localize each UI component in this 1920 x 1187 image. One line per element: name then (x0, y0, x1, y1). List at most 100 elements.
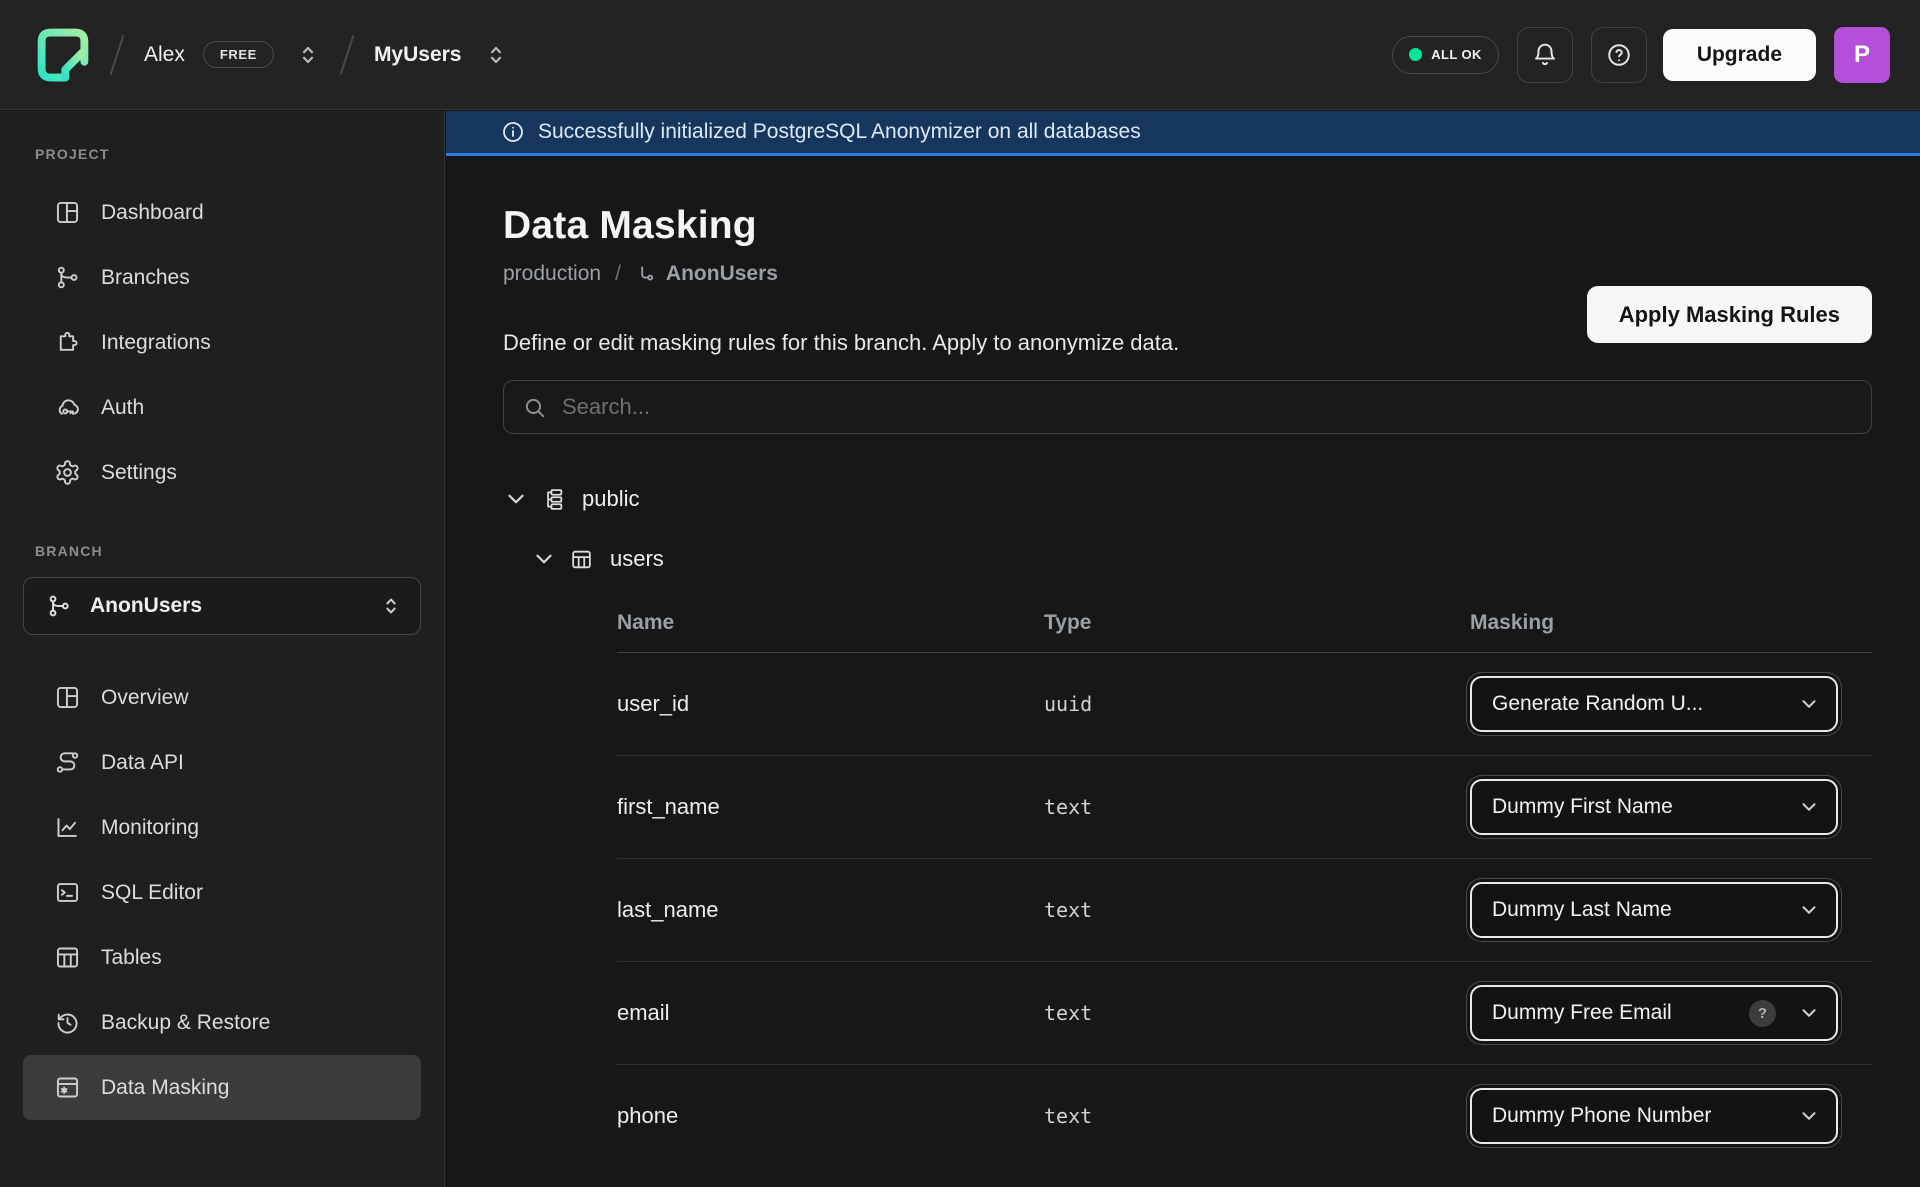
table-row: user_id uuid Generate Random U... (617, 653, 1872, 755)
sidebar-item-label: Data Masking (101, 1076, 229, 1100)
help-button[interactable] (1591, 27, 1647, 83)
help-icon (1606, 42, 1632, 68)
help-badge-icon[interactable]: ? (1749, 1000, 1776, 1027)
child-branch-icon (635, 263, 658, 286)
branch-selector[interactable]: AnonUsers (23, 577, 421, 635)
monitoring-chart-icon (54, 814, 81, 841)
overview-icon (54, 684, 81, 711)
column-name: first_name (617, 794, 1044, 820)
sidebar-item-data-masking[interactable]: Data Masking (23, 1055, 421, 1120)
chevron-down-icon (1798, 693, 1820, 715)
sidebar-item-label: Backup & Restore (101, 1011, 270, 1035)
branch-selector-value: AnonUsers (90, 594, 380, 618)
masking-rule-value: Dummy Phone Number (1492, 1104, 1798, 1128)
dashboard-icon (54, 199, 81, 226)
chevron-down-icon (1798, 899, 1820, 921)
sidebar-item-branches[interactable]: Branches (23, 245, 421, 310)
column-type: text (1044, 1104, 1470, 1128)
project-section-label: PROJECT (35, 146, 444, 162)
sidebar-item-label: Settings (101, 461, 177, 485)
masking-rule-select[interactable]: Generate Random U... (1470, 676, 1838, 732)
masking-rule-select[interactable]: Dummy Phone Number (1470, 1088, 1838, 1144)
branch-icon (46, 593, 72, 619)
tree-row-schema-public[interactable]: public (503, 478, 1872, 520)
apply-masking-rules-button[interactable]: Apply Masking Rules (1587, 286, 1872, 343)
upgrade-button[interactable]: Upgrade (1663, 29, 1816, 81)
sidebar-item-label: Branches (101, 266, 190, 290)
info-icon (501, 120, 525, 144)
branch-section-label: BRANCH (35, 543, 444, 559)
auth-cloud-key-icon (54, 394, 81, 421)
sidebar-item-dashboard[interactable]: Dashboard (23, 180, 421, 245)
breadcrumb-parent[interactable]: production (503, 262, 601, 286)
masking-rule-value: Dummy Free Email (1492, 1001, 1749, 1025)
chevron-down-icon[interactable] (531, 546, 557, 572)
sidebar-item-label: Auth (101, 396, 144, 420)
user-avatar[interactable]: P (1834, 27, 1890, 83)
schema-tree: public users (503, 478, 1872, 580)
search-icon (522, 395, 547, 420)
sidebar-item-overview[interactable]: Overview (23, 665, 421, 730)
sidebar-item-data-api[interactable]: Data API (23, 730, 421, 795)
success-banner: Successfully initialized PostgreSQL Anon… (446, 111, 1920, 156)
breadcrumb-slash (339, 34, 354, 75)
chevron-down-icon[interactable] (503, 486, 529, 512)
table-row: phone text Dummy Phone Number (617, 1065, 1872, 1167)
sidebar: PROJECT Dashboard Branches Integrations … (0, 111, 445, 1187)
org-name[interactable]: Alex (144, 43, 185, 67)
column-header-masking: Masking (1470, 611, 1872, 635)
data-api-icon (54, 749, 81, 776)
sidebar-item-backup-restore[interactable]: Backup & Restore (23, 990, 421, 1055)
page-title: Data Masking (503, 204, 1872, 248)
neon-logo-icon[interactable] (36, 28, 90, 82)
org-switcher-chevron-icon[interactable] (296, 43, 320, 67)
masking-rule-select[interactable]: Dummy First Name (1470, 779, 1838, 835)
sidebar-item-label: Dashboard (101, 201, 204, 225)
chevron-down-icon (1798, 1105, 1820, 1127)
main-content: Successfully initialized PostgreSQL Anon… (446, 111, 1920, 1187)
breadcrumb-slash (110, 34, 125, 75)
project-switcher-chevron-icon[interactable] (484, 43, 508, 67)
history-clock-icon (54, 1009, 81, 1036)
sidebar-item-monitoring[interactable]: Monitoring (23, 795, 421, 860)
tree-row-table-users[interactable]: users (531, 538, 1872, 580)
status-ok-dot-icon (1409, 48, 1422, 61)
sidebar-item-label: SQL Editor (101, 881, 203, 905)
table-name: users (610, 546, 664, 572)
sidebar-item-settings[interactable]: Settings (23, 440, 421, 505)
branch-selector-chevron-icon (380, 595, 402, 617)
integrations-icon (54, 329, 81, 356)
schema-icon (541, 487, 566, 512)
plan-badge: FREE (203, 41, 274, 68)
table-row: last_name text Dummy Last Name (617, 859, 1872, 961)
chevron-down-icon (1798, 796, 1820, 818)
search-input[interactable] (562, 394, 1853, 420)
masking-rule-value: Dummy First Name (1492, 795, 1798, 819)
column-type: uuid (1044, 692, 1470, 716)
notifications-button[interactable] (1517, 27, 1573, 83)
columns-table: Name Type Masking user_id uuid Generate … (617, 594, 1872, 1167)
project-name[interactable]: MyUsers (374, 43, 462, 67)
column-header-name: Name (617, 611, 1044, 635)
masking-rule-value: Dummy Last Name (1492, 898, 1798, 922)
data-masking-icon (54, 1074, 81, 1101)
column-type: text (1044, 898, 1470, 922)
sidebar-item-auth[interactable]: Auth (23, 375, 421, 440)
gear-icon (54, 459, 81, 486)
masking-rule-select[interactable]: Dummy Last Name (1470, 882, 1838, 938)
column-type: text (1044, 1001, 1470, 1025)
search-box (503, 380, 1872, 434)
column-name: phone (617, 1103, 1044, 1129)
status-badge[interactable]: ALL OK (1392, 36, 1499, 74)
masking-rule-select[interactable]: Dummy Free Email ? (1470, 985, 1838, 1041)
breadcrumb-current[interactable]: AnonUsers (666, 262, 778, 286)
table-row: email text Dummy Free Email ? (617, 962, 1872, 1064)
breadcrumb-separator: / (615, 262, 621, 286)
sidebar-item-integrations[interactable]: Integrations (23, 310, 421, 375)
table-grid-icon (54, 944, 81, 971)
table-icon (569, 547, 594, 572)
sidebar-item-tables[interactable]: Tables (23, 925, 421, 990)
schema-name: public (582, 486, 639, 512)
sidebar-item-sql-editor[interactable]: SQL Editor (23, 860, 421, 925)
breadcrumb: production / AnonUsers (503, 262, 1872, 286)
